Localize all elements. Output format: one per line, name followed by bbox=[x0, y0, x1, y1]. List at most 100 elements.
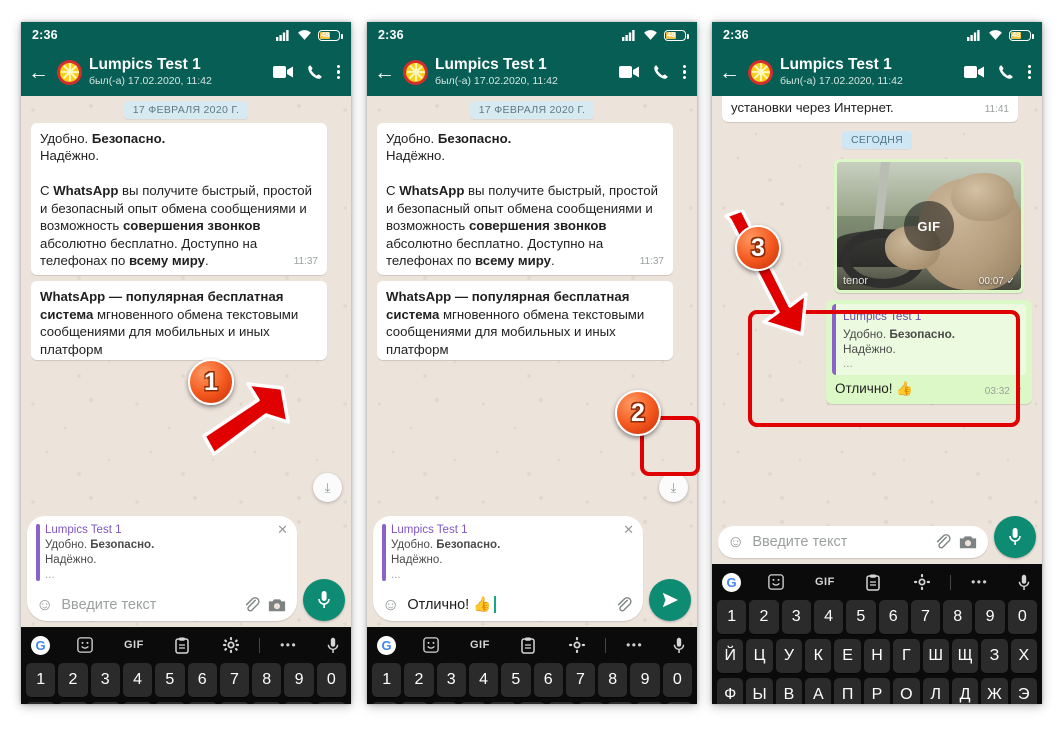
contact-header[interactable]: Lumpics Test 1 был(-а) 17.02.2020, 11:42 bbox=[780, 57, 957, 87]
key-ru2-8[interactable]: Д bbox=[951, 677, 979, 704]
key-3[interactable]: 3 bbox=[781, 599, 811, 634]
key-ru-5[interactable]: Н bbox=[518, 701, 546, 704]
key-9[interactable]: 9 bbox=[630, 662, 660, 697]
overflow-menu-icon[interactable] bbox=[1027, 64, 1031, 80]
scroll-to-bottom-icon[interactable]: ⤓ bbox=[313, 473, 342, 502]
microphone-icon[interactable] bbox=[313, 637, 339, 654]
more-dots-icon[interactable]: ••• bbox=[971, 575, 988, 589]
avatar[interactable] bbox=[748, 59, 773, 85]
message-bubble-incoming[interactable]: Удобно. Безопасно. Надёжно. С WhatsApp вы … bbox=[377, 123, 673, 276]
key-6[interactable]: 6 bbox=[187, 662, 217, 697]
key-6[interactable]: 6 bbox=[878, 599, 908, 634]
emoji-icon[interactable]: ☺ bbox=[36, 596, 53, 613]
message-input[interactable]: Введите текст bbox=[61, 597, 235, 613]
key-9[interactable]: 9 bbox=[284, 662, 314, 697]
microphone-icon[interactable] bbox=[1004, 574, 1030, 591]
key-ru-2[interactable]: У bbox=[775, 638, 803, 673]
key-7[interactable]: 7 bbox=[910, 599, 941, 634]
key-ru-6[interactable]: Г bbox=[893, 638, 920, 673]
key-0[interactable]: 0 bbox=[662, 662, 692, 697]
key-1[interactable]: 1 bbox=[372, 662, 402, 697]
key-4[interactable]: 4 bbox=[813, 599, 844, 634]
camera-icon[interactable] bbox=[959, 534, 977, 550]
more-dots-icon[interactable]: ••• bbox=[280, 638, 297, 652]
keyboard-2[interactable]: G GIF ••• 1 2 3 4 5 6 7 8 9 0 bbox=[367, 627, 697, 704]
key-ru-7[interactable]: Ш bbox=[577, 701, 604, 704]
key-4[interactable]: 4 bbox=[468, 662, 499, 697]
google-icon[interactable]: G bbox=[722, 572, 741, 592]
key-w[interactable]: W bbox=[58, 701, 88, 704]
clipboard-icon[interactable] bbox=[504, 637, 553, 654]
key-p[interactable]: P bbox=[316, 701, 346, 704]
key-ru-4[interactable]: Е bbox=[489, 701, 516, 704]
key-ru-3[interactable]: К bbox=[460, 701, 487, 704]
key-7[interactable]: 7 bbox=[219, 662, 250, 697]
avatar[interactable] bbox=[57, 59, 82, 85]
key-o[interactable]: O bbox=[284, 701, 314, 704]
reply-preview[interactable]: ✕ Lumpics Test 1 Удобно. Безопасно. Надёж… bbox=[27, 516, 297, 590]
key-t[interactable]: T bbox=[155, 701, 185, 704]
key-ru2-7[interactable]: Л bbox=[922, 677, 949, 704]
close-icon[interactable]: ✕ bbox=[623, 522, 634, 538]
key-ru-9[interactable]: З bbox=[636, 701, 663, 704]
contact-header[interactable]: Lumpics Test 1 был(-а) 17.02.2020, 11:42 bbox=[89, 57, 266, 87]
key-5[interactable]: 5 bbox=[155, 662, 185, 697]
key-i[interactable]: I bbox=[252, 701, 282, 704]
keyboard-1[interactable]: G GIF ••• 1 2 3 4 5 6 7 8 9 0 bbox=[21, 627, 351, 704]
google-icon[interactable]: G bbox=[31, 635, 50, 655]
overflow-menu-icon[interactable] bbox=[336, 64, 340, 80]
keyboard-3[interactable]: G GIF ••• 1 2 3 4 5 6 7 8 9 0 Й Ц У К Е … bbox=[712, 564, 1042, 704]
key-ru-2[interactable]: У bbox=[430, 701, 458, 704]
reply-preview[interactable]: ✕ Lumpics Test 1 Удобно. Безопасно. Надёж… bbox=[373, 516, 643, 590]
microphone-icon[interactable] bbox=[659, 637, 685, 654]
key-ru2-0[interactable]: Ф bbox=[717, 677, 744, 704]
more-dots-icon[interactable]: ••• bbox=[626, 638, 643, 652]
message-bubble-incoming[interactable]: установки через Интернет. 11:41 bbox=[722, 96, 1018, 123]
key-5[interactable]: 5 bbox=[846, 599, 876, 634]
key-7[interactable]: 7 bbox=[565, 662, 596, 697]
key-ru2-4[interactable]: П bbox=[834, 677, 861, 704]
key-0[interactable]: 0 bbox=[316, 662, 346, 697]
key-ru-8[interactable]: Щ bbox=[606, 701, 634, 704]
key-ru2-9[interactable]: Ж bbox=[981, 677, 1008, 704]
key-y[interactable]: Y bbox=[187, 701, 217, 704]
key-2[interactable]: 2 bbox=[404, 662, 434, 697]
key-1[interactable]: 1 bbox=[717, 599, 747, 634]
gif-icon[interactable]: GIF bbox=[124, 639, 144, 651]
key-ru2-3[interactable]: А bbox=[805, 677, 832, 704]
key-3[interactable]: 3 bbox=[436, 662, 466, 697]
message-input[interactable]: Введите текст bbox=[752, 534, 926, 550]
clipboard-icon[interactable] bbox=[158, 637, 207, 654]
gif-icon[interactable]: GIF bbox=[815, 576, 835, 588]
close-icon[interactable]: ✕ bbox=[277, 522, 288, 538]
gif-message[interactable]: GIF tenor 00:07 ✓ bbox=[834, 159, 1024, 294]
key-ru-1[interactable]: Ц bbox=[746, 638, 773, 673]
key-ru-3[interactable]: К bbox=[805, 638, 832, 673]
emoji-icon[interactable]: ☺ bbox=[382, 596, 399, 613]
key-ru-7[interactable]: Ш bbox=[922, 638, 949, 673]
key-6[interactable]: 6 bbox=[533, 662, 563, 697]
key-r[interactable]: R bbox=[122, 701, 153, 704]
key-8[interactable]: 8 bbox=[943, 599, 973, 634]
message-bubble-incoming[interactable]: WhatsApp — популярная бесплатная система… bbox=[377, 281, 673, 361]
key-ru2-5[interactable]: Р bbox=[863, 677, 891, 704]
key-ru-0[interactable]: Й bbox=[717, 638, 744, 673]
key-ru-0[interactable]: Й bbox=[372, 701, 399, 704]
key-q[interactable]: Q bbox=[26, 701, 56, 704]
key-ru2-2[interactable]: В bbox=[775, 677, 803, 704]
key-5[interactable]: 5 bbox=[501, 662, 531, 697]
gif-icon[interactable]: GIF bbox=[470, 639, 490, 651]
avatar[interactable] bbox=[403, 59, 428, 85]
key-8[interactable]: 8 bbox=[252, 662, 282, 697]
emoji-icon[interactable]: ☺ bbox=[727, 533, 744, 550]
key-ru2-1[interactable]: Ы bbox=[746, 677, 773, 704]
back-arrow-icon[interactable]: ← bbox=[27, 62, 50, 83]
key-ru-10[interactable]: Х bbox=[1010, 638, 1037, 673]
key-e[interactable]: E bbox=[90, 701, 120, 704]
sticker-icon[interactable] bbox=[61, 637, 110, 653]
key-4[interactable]: 4 bbox=[122, 662, 153, 697]
attach-icon[interactable] bbox=[615, 596, 632, 613]
back-arrow-icon[interactable]: ← bbox=[718, 62, 741, 83]
key-ru-8[interactable]: Щ bbox=[951, 638, 979, 673]
message-bubble-incoming[interactable]: WhatsApp — популярная бесплатная система… bbox=[31, 281, 327, 361]
